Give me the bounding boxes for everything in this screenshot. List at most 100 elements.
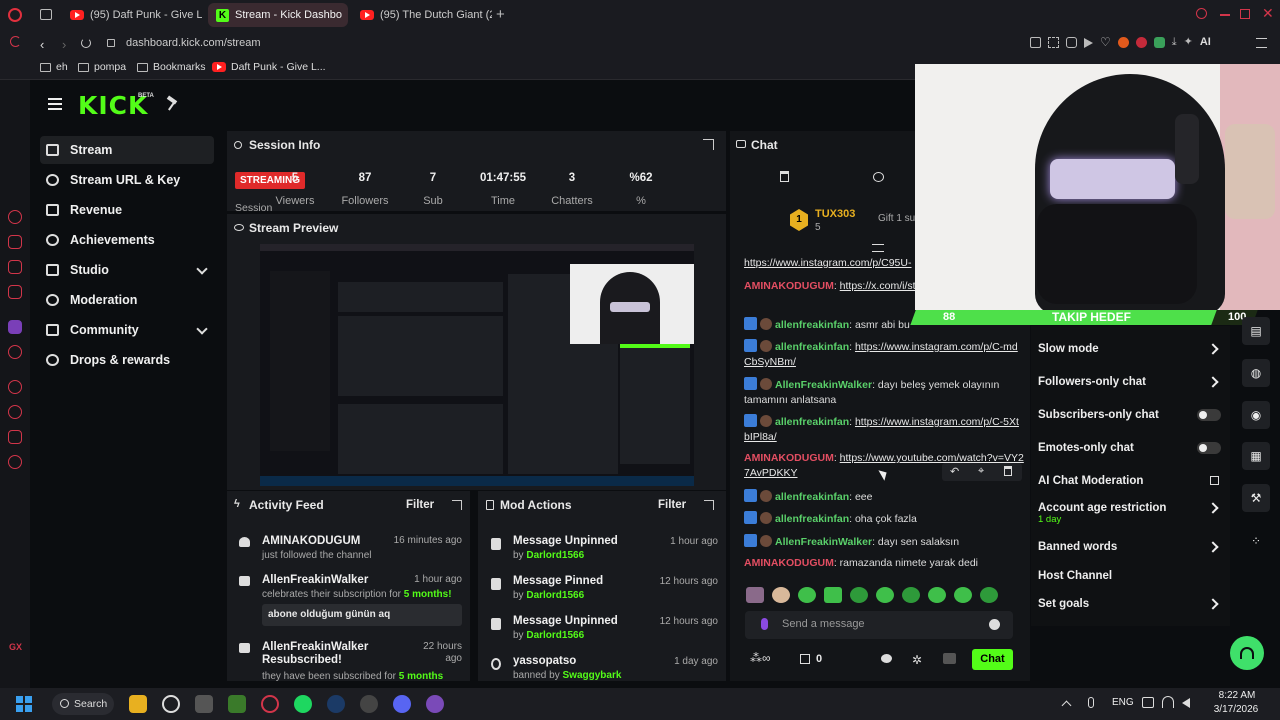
twitch-icon[interactable] <box>8 320 22 334</box>
notes-icon[interactable]: ▤ <box>1242 317 1270 345</box>
emote-icon[interactable] <box>954 587 972 603</box>
ai-label[interactable]: AI <box>1200 37 1211 51</box>
chat-setting-slow-mode[interactable]: Slow mode <box>1038 343 1223 359</box>
sidebar-item-moderation[interactable]: Moderation <box>40 286 214 314</box>
bookmark-daft-punk[interactable]: Daft Punk - Give L... <box>212 61 326 73</box>
chat-setting-set-goals[interactable]: Set goals <box>1038 598 1223 614</box>
help-chat-button[interactable] <box>1230 636 1264 670</box>
search-tabs-icon[interactable] <box>1196 8 1207 19</box>
mod-action-user[interactable]: Darlord1566 <box>526 550 584 561</box>
ext-green-icon[interactable] <box>1153 37 1165 48</box>
chevron-down-icon[interactable] <box>196 263 208 275</box>
chat-message[interactable]: allenfreakinfan: eee <box>744 489 1024 505</box>
tab-kick-dashboard[interactable]: K Stream - Kick Dashbo <box>208 3 348 27</box>
language-indicator[interactable]: ENG <box>1112 697 1134 708</box>
chat-username[interactable]: AMINAKODUGUM <box>744 280 834 292</box>
emote-icon[interactable] <box>850 587 868 603</box>
mod-action-user[interactable]: Darlord1566 <box>526 590 584 601</box>
snapshot-icon[interactable] <box>1048 37 1059 48</box>
taskbar-app-icon[interactable] <box>426 695 444 713</box>
history-icon[interactable] <box>8 405 22 419</box>
toggle-switch[interactable] <box>1197 442 1221 454</box>
chat-input-box[interactable]: Send a message <box>745 611 1013 639</box>
back-icon[interactable]: ‹ <box>40 37 44 52</box>
opera-sidebar-item-icon[interactable] <box>8 235 22 249</box>
expand-icon[interactable] <box>703 139 714 150</box>
emote-icon[interactable] <box>980 587 998 603</box>
opera-sidebar-item-icon[interactable] <box>8 345 22 359</box>
chat-settings-bubble-icon[interactable] <box>873 172 884 182</box>
chat-message[interactable]: AllenFreakinWalker: dayı sen salaksın <box>744 534 1024 550</box>
chevron-right-icon[interactable] <box>1207 502 1219 514</box>
sidebar-item-stream[interactable]: Stream <box>40 136 214 164</box>
ext-red-icon[interactable] <box>1135 37 1147 48</box>
chevron-right-icon[interactable] <box>1207 343 1219 355</box>
spotify-icon[interactable] <box>294 695 312 713</box>
send-chat-button[interactable]: Chat <box>972 649 1013 670</box>
chat-setting-account-age-restriction[interactable]: Account age restriction 1 day <box>1038 502 1223 525</box>
broadcast-icon[interactable]: ◉ <box>1242 401 1270 429</box>
chat-setting-ai-chat-moderation[interactable]: AI Chat Moderation <box>1038 475 1223 491</box>
chat-message[interactable]: AllenFreakinWalker: dayı beleş yemek ola… <box>744 377 1024 408</box>
external-link-icon[interactable] <box>1210 476 1219 485</box>
activity-filter-button[interactable]: Filter <box>406 499 434 511</box>
gear-icon[interactable]: ✲ <box>912 653 922 667</box>
chat-username[interactable]: AMINAKODUGUM <box>744 452 834 464</box>
emote-icon[interactable] <box>902 587 920 603</box>
taskbar-app-icon[interactable] <box>162 695 180 713</box>
emote-icon[interactable] <box>824 587 842 603</box>
pin-message-icon[interactable]: ⌖ <box>978 465 984 478</box>
emoji-icon[interactable] <box>989 619 1000 630</box>
chat-message[interactable]: allenfreakinfan: https://www.instagram.c… <box>744 339 1024 370</box>
hamburger-menu-icon[interactable] <box>48 98 62 110</box>
chat-username[interactable]: AllenFreakinWalker <box>775 379 872 391</box>
chevron-right-icon[interactable] <box>1207 598 1219 610</box>
chat-setting-followers-only-chat[interactable]: Followers-only chat <box>1038 376 1223 392</box>
delete-message-icon[interactable] <box>1004 466 1012 476</box>
tray-chevron-icon[interactable] <box>1061 700 1072 711</box>
windows-start-icon[interactable] <box>16 696 32 712</box>
pinned-user[interactable]: TUX303 <box>815 208 855 220</box>
chat-username[interactable]: allenfreakinfan <box>775 491 849 503</box>
calendar-icon[interactable]: ▦ <box>1242 442 1270 470</box>
mod-filter-button[interactable]: Filter <box>658 499 686 511</box>
expand-icon[interactable] <box>704 500 714 510</box>
chat-username[interactable]: AllenFreakinWalker <box>775 536 872 548</box>
emote-icon[interactable] <box>876 587 894 603</box>
trash-icon[interactable] <box>780 171 789 182</box>
store-icon[interactable] <box>800 654 810 664</box>
hammer-icon[interactable] <box>166 95 178 111</box>
minimize-icon[interactable] <box>1220 14 1230 16</box>
sidebar-item-community[interactable]: Community <box>40 316 214 344</box>
emote-icon[interactable] <box>798 587 816 603</box>
sidebar-item-revenue[interactable]: Revenue <box>40 196 214 224</box>
sidebar-item-studio[interactable]: Studio <box>40 256 214 284</box>
chat-username[interactable]: AMINAKODUGUM <box>744 557 834 569</box>
opera-sidebar-item-icon[interactable] <box>8 380 22 394</box>
clock-time[interactable]: 8:22 AM <box>1212 690 1262 701</box>
pin-ext-icon[interactable] <box>1030 37 1041 48</box>
chat-setting-banned-words[interactable]: Banned words <box>1038 541 1223 557</box>
expand-icon[interactable] <box>452 500 462 510</box>
tab-dutch-giant[interactable]: (95) The Dutch Giant (2.16 <box>352 3 492 27</box>
ai-sparkle-icon[interactable]: ✦ <box>1184 37 1193 51</box>
bookmark-bookmarks[interactable]: Bookmarks <box>137 61 206 73</box>
chat-bubble-icon[interactable] <box>881 654 892 663</box>
chat-setting-emotes-only-chat[interactable]: Emotes-only chat <box>1038 442 1223 458</box>
scroll-down-icon[interactable] <box>872 244 884 252</box>
chat-username[interactable]: allenfreakinfan <box>775 416 849 428</box>
mic-tray-icon[interactable] <box>1088 697 1094 708</box>
network-icon[interactable] <box>1142 697 1154 708</box>
chevron-right-icon[interactable] <box>1207 541 1219 553</box>
minecraft-icon[interactable] <box>228 695 246 713</box>
opera-sidebar-item-icon[interactable] <box>8 430 22 444</box>
chevron-right-icon[interactable] <box>1207 376 1219 388</box>
new-tab-plus-icon[interactable]: + <box>496 6 505 23</box>
emote-icon[interactable] <box>928 587 946 603</box>
chat-bubble-icon[interactable]: ◍ <box>1242 359 1270 387</box>
adblock-icon[interactable] <box>1066 37 1077 48</box>
opera-sidebar-item-icon[interactable] <box>8 210 22 224</box>
taskbar-search[interactable]: Search <box>52 693 114 715</box>
community-icon[interactable]: ⁘ <box>1242 527 1270 555</box>
sidebar-item-achievements[interactable]: Achievements <box>40 226 214 254</box>
